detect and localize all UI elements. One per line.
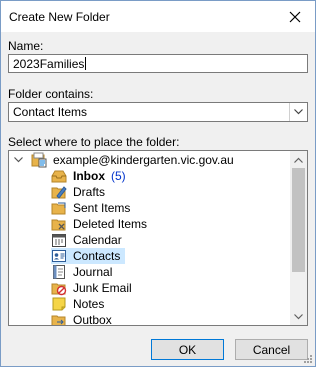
create-new-folder-dialog: Create New Folder Name: 2023Families Fol… xyxy=(0,0,316,367)
tree-item-junk-email[interactable]: Junk Email xyxy=(51,280,134,296)
name-label: Name: xyxy=(8,39,44,53)
chevron-down-icon xyxy=(13,157,23,163)
tree-item-account[interactable]: example@kindergarten.vic.gov.au xyxy=(31,152,236,168)
text-caret xyxy=(85,57,87,70)
tree-item-outbox[interactable]: Outbox xyxy=(51,312,114,326)
title-bar: Create New Folder xyxy=(1,1,315,32)
drafts-icon xyxy=(51,186,67,199)
inbox-icon xyxy=(51,170,67,183)
tree-item-drafts[interactable]: Drafts xyxy=(51,184,107,200)
tree-item-label: Journal xyxy=(73,265,113,279)
tree-item-journal[interactable]: Journal xyxy=(51,264,114,280)
folder-location-label: Select where to place the folder: xyxy=(8,135,180,149)
deleted-items-icon xyxy=(51,219,66,231)
tree-item-label: Outbox xyxy=(73,313,112,326)
close-icon xyxy=(289,11,301,22)
tree-item-label: Contacts xyxy=(73,249,121,263)
tree-item-label: Inbox xyxy=(73,169,105,183)
journal-icon xyxy=(53,265,65,279)
scroll-down-button[interactable] xyxy=(290,308,307,325)
tree-item-calendar[interactable]: Calendar xyxy=(51,232,124,248)
tree-item-label: Junk Email xyxy=(73,281,132,295)
tree-item-inbox[interactable]: Inbox (5) xyxy=(51,168,126,184)
tree-item-contacts[interactable]: Contacts xyxy=(51,248,125,264)
tree-item-label: Drafts xyxy=(73,185,106,199)
tree-scrollbar[interactable] xyxy=(290,151,307,325)
resize-grip-icon[interactable] xyxy=(303,354,313,364)
mailbox-icon xyxy=(31,152,47,168)
dropdown-button[interactable] xyxy=(289,103,307,121)
cancel-button[interactable]: Cancel xyxy=(235,339,308,360)
scroll-thumb[interactable] xyxy=(292,168,305,272)
chevron-down-icon xyxy=(294,313,303,319)
chevron-up-icon xyxy=(294,157,303,163)
tree-item-label: Deleted Items xyxy=(73,217,148,231)
ok-button[interactable]: OK xyxy=(151,339,224,360)
tree-item-label: Calendar xyxy=(73,233,122,247)
folder-contains-select[interactable]: Contact Items xyxy=(8,102,308,122)
calendar-icon xyxy=(52,234,66,247)
folder-contains-label: Folder contains: xyxy=(8,87,94,101)
account-label: example@kindergarten.vic.gov.au xyxy=(53,153,234,167)
chevron-down-icon xyxy=(294,109,303,115)
tree-item-label: Notes xyxy=(73,297,105,311)
tree-item-sent-items[interactable]: Sent Items xyxy=(51,200,132,216)
folder-contains-value: Contact Items xyxy=(13,105,88,119)
close-button[interactable] xyxy=(275,1,315,32)
junk-email-icon xyxy=(51,283,67,296)
unread-count: (5) xyxy=(111,169,126,183)
tree-item-label: Sent Items xyxy=(73,201,131,215)
name-input[interactable]: 2023Families xyxy=(8,54,308,73)
name-input-value: 2023Families xyxy=(13,56,85,71)
scroll-up-button[interactable] xyxy=(290,151,307,168)
collapse-toggle[interactable] xyxy=(13,155,23,165)
tree-item-notes[interactable]: Notes xyxy=(51,296,106,312)
notes-icon xyxy=(52,297,66,311)
dialog-title: Create New Folder xyxy=(9,10,110,24)
sent-items-icon xyxy=(51,202,66,215)
outbox-icon xyxy=(51,315,66,325)
folder-tree[interactable]: example@kindergarten.vic.gov.au Inbox (5… xyxy=(8,150,308,326)
tree-item-deleted-items[interactable]: Deleted Items xyxy=(51,216,149,232)
contacts-icon xyxy=(52,250,66,262)
